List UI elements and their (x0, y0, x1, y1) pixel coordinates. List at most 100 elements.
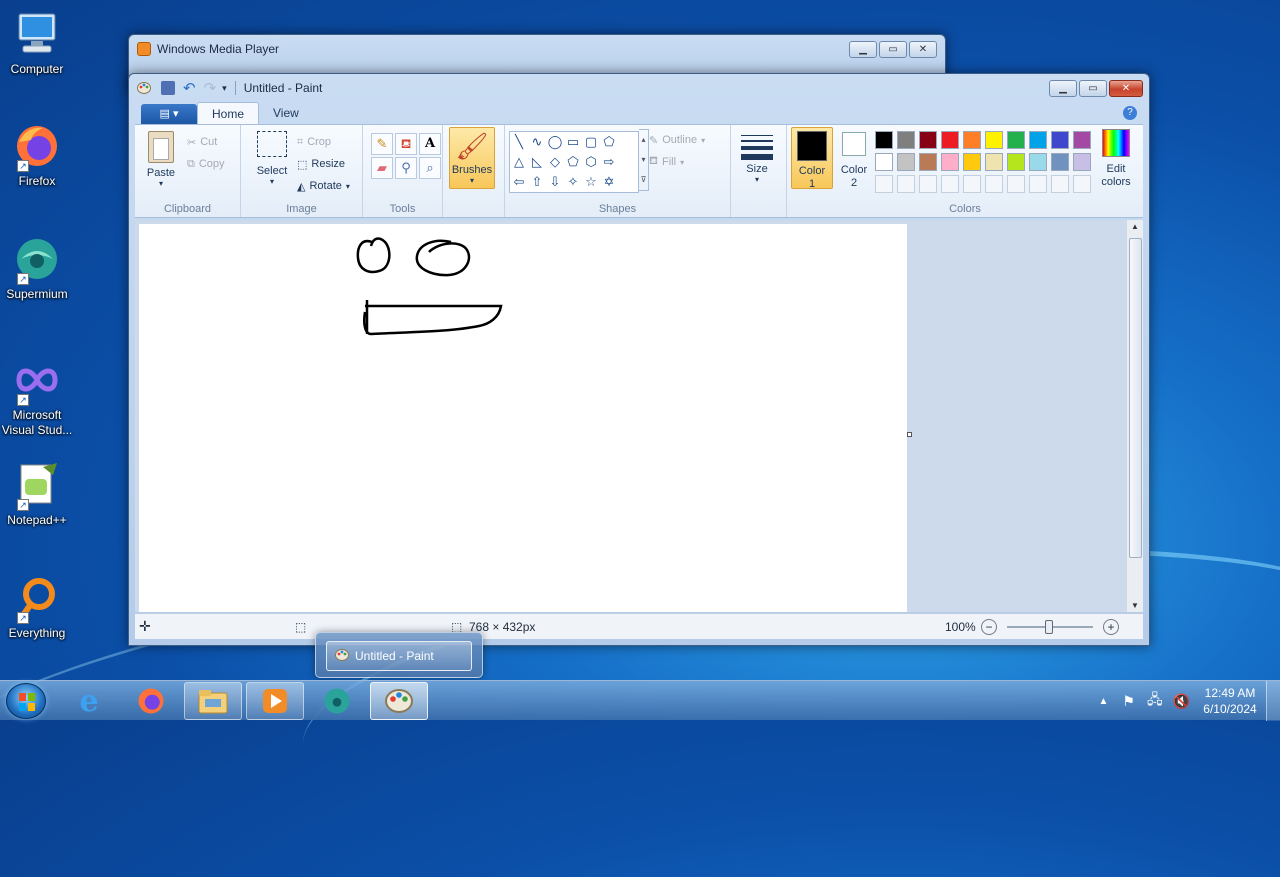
polygon-shape-icon[interactable]: ⬠ (600, 132, 618, 152)
canvas-resize-handle[interactable] (907, 432, 912, 437)
shapes-scroll[interactable]: ▴ ▾ ⊽ (639, 129, 649, 191)
taskbar-explorer[interactable] (184, 682, 242, 720)
down-arrow-shape-icon[interactable]: ⇩ (546, 172, 564, 192)
palette-swatch[interactable] (875, 153, 893, 171)
scroll-up-icon[interactable]: ▲ (1131, 222, 1139, 231)
edit-colors-button[interactable]: Edit colors (1095, 129, 1137, 189)
line-shape-icon[interactable]: ╲ (510, 132, 528, 152)
desktop-icon-everything[interactable]: ↗ Everything (0, 574, 74, 641)
minimize-button[interactable]: ▁ (1049, 80, 1077, 97)
up-arrow-shape-icon[interactable]: ⇧ (528, 172, 546, 192)
palette-swatch[interactable] (919, 131, 937, 149)
taskbar-firefox[interactable] (122, 682, 180, 720)
undo-icon[interactable]: ↶ (183, 79, 196, 97)
taskbar-supermium[interactable] (308, 682, 366, 720)
palette-swatch[interactable] (897, 175, 915, 193)
drawing-canvas[interactable] (139, 224, 907, 612)
scrollbar-thumb[interactable] (1129, 238, 1142, 558)
palette-swatch[interactable] (1073, 175, 1091, 193)
right-triangle-shape-icon[interactable]: ◺ (528, 152, 546, 172)
canvas-workspace[interactable]: ▲ ▼ (135, 220, 1143, 612)
paste-button[interactable]: Paste ▾ (141, 131, 181, 188)
zoom-out-button[interactable]: − (981, 618, 997, 635)
palette-swatch[interactable] (963, 175, 981, 193)
file-menu-button[interactable]: ▤ ▾ (141, 104, 197, 124)
palette-swatch[interactable] (985, 175, 1003, 193)
zoom-slider[interactable] (1007, 620, 1093, 634)
palette-swatch[interactable] (1029, 131, 1047, 149)
palette-swatch[interactable] (985, 153, 1003, 171)
taskbar-paint[interactable] (370, 682, 428, 720)
palette-swatch[interactable] (1051, 131, 1069, 149)
color-picker-icon[interactable]: ⚲ (395, 157, 417, 179)
palette-swatch[interactable] (875, 131, 893, 149)
palette-swatch[interactable] (985, 131, 1003, 149)
save-icon[interactable] (161, 81, 175, 95)
rotate-button[interactable]: ◭ Rotate ▾ (297, 175, 350, 197)
palette-swatch[interactable] (941, 131, 959, 149)
oval-shape-icon[interactable]: ◯ (546, 132, 564, 152)
rectangle-shape-icon[interactable]: ▭ (564, 132, 582, 152)
palette-swatch[interactable] (1029, 153, 1047, 171)
palette-swatch[interactable] (919, 175, 937, 193)
pentagon-shape-icon[interactable]: ⬠ (564, 152, 582, 172)
size-button[interactable]: Size ▾ (737, 129, 777, 184)
zoom-slider-thumb[interactable] (1045, 620, 1053, 634)
left-arrow-shape-icon[interactable]: ⇦ (510, 172, 528, 192)
help-icon[interactable]: ? (1123, 106, 1137, 120)
desktop-icon-firefox[interactable]: ↗ Firefox (0, 122, 74, 189)
select-button[interactable]: Select ▾ (249, 131, 295, 186)
fill-button[interactable]: ⛾ Fill ▾ (649, 151, 705, 173)
palette-swatch[interactable] (1073, 153, 1091, 171)
palette-swatch[interactable] (897, 131, 915, 149)
pencil-icon[interactable]: ✎ (371, 133, 393, 155)
cut-button[interactable]: ✂ Cut (187, 131, 225, 153)
palette-swatch[interactable] (963, 153, 981, 171)
color2-button[interactable]: Color 2 (837, 130, 871, 190)
palette-swatch[interactable] (1051, 153, 1069, 171)
minimize-button[interactable]: ▁ (849, 41, 877, 58)
paint-window[interactable]: ↶ ↷ ▾ Untitled - Paint ▁ ▭ ✕ ▤ ▾ Home Vi… (128, 73, 1150, 646)
outline-button[interactable]: ✎ Outline ▾ (649, 129, 705, 151)
diamond-shape-icon[interactable]: ◇ (546, 152, 564, 172)
close-button[interactable]: ✕ (1109, 80, 1143, 97)
palette-swatch[interactable] (897, 153, 915, 171)
six-point-star-icon[interactable]: ✡ (600, 172, 618, 192)
desktop-icon-visual-studio[interactable]: ↗ Microsoft Visual Stud... (0, 356, 74, 438)
palette-swatch[interactable] (919, 153, 937, 171)
hexagon-shape-icon[interactable]: ⬡ (582, 152, 600, 172)
shapes-gallery[interactable]: ╲ ∿ ◯ ▭ ▢ ⬠ △ ◺ ◇ ⬠ ⬡ ⇨ ⇦ ⇧ ⇩ ✧ ☆ ✡ ▴ ▾ ⊽ (509, 129, 649, 193)
preview-item-paint[interactable]: Untitled - Paint (326, 641, 472, 671)
curve-shape-icon[interactable]: ∿ (528, 132, 546, 152)
tab-home[interactable]: Home (197, 102, 260, 124)
desktop-icon-computer[interactable]: Computer (0, 10, 74, 77)
palette-swatch[interactable] (941, 175, 959, 193)
palette-swatch[interactable] (1073, 131, 1091, 149)
palette-swatch[interactable] (963, 131, 981, 149)
palette-swatch[interactable] (1007, 131, 1025, 149)
scroll-down-icon[interactable]: ▼ (1131, 601, 1139, 610)
clock[interactable]: 12:49 AM 6/10/2024 (1198, 685, 1262, 717)
network-icon[interactable]: 🖧 (1147, 689, 1163, 713)
taskbar-ie[interactable]: e (60, 682, 118, 720)
quick-access-dropdown-icon[interactable]: ▾ (222, 83, 227, 94)
palette-swatch[interactable] (1051, 175, 1069, 193)
palette-swatch[interactable] (1007, 175, 1025, 193)
copy-button[interactable]: ⧉ Copy (187, 153, 225, 175)
maximize-button[interactable]: ▭ (1079, 80, 1107, 97)
color1-button[interactable]: Color 1 (791, 127, 833, 190)
vertical-scrollbar[interactable]: ▲ ▼ (1126, 220, 1143, 612)
close-button[interactable]: ✕ (909, 41, 937, 58)
zoom-in-button[interactable]: + (1103, 618, 1119, 635)
maximize-button[interactable]: ▭ (879, 41, 907, 58)
show-desktop-button[interactable] (1266, 681, 1280, 721)
four-point-star-icon[interactable]: ✧ (564, 172, 582, 192)
palette-swatch[interactable] (1029, 175, 1047, 193)
eraser-icon[interactable]: ▰ (371, 157, 393, 179)
show-hidden-icons-icon[interactable]: ▲ (1098, 696, 1108, 707)
rounded-rectangle-shape-icon[interactable]: ▢ (582, 132, 600, 152)
action-center-flag-icon[interactable]: ⚑ (1122, 693, 1135, 710)
start-button[interactable] (6, 683, 46, 719)
wmp-titlebar[interactable]: Windows Media Player (129, 35, 945, 63)
brushes-button[interactable]: 🖌 Brushes ▾ (449, 127, 495, 189)
